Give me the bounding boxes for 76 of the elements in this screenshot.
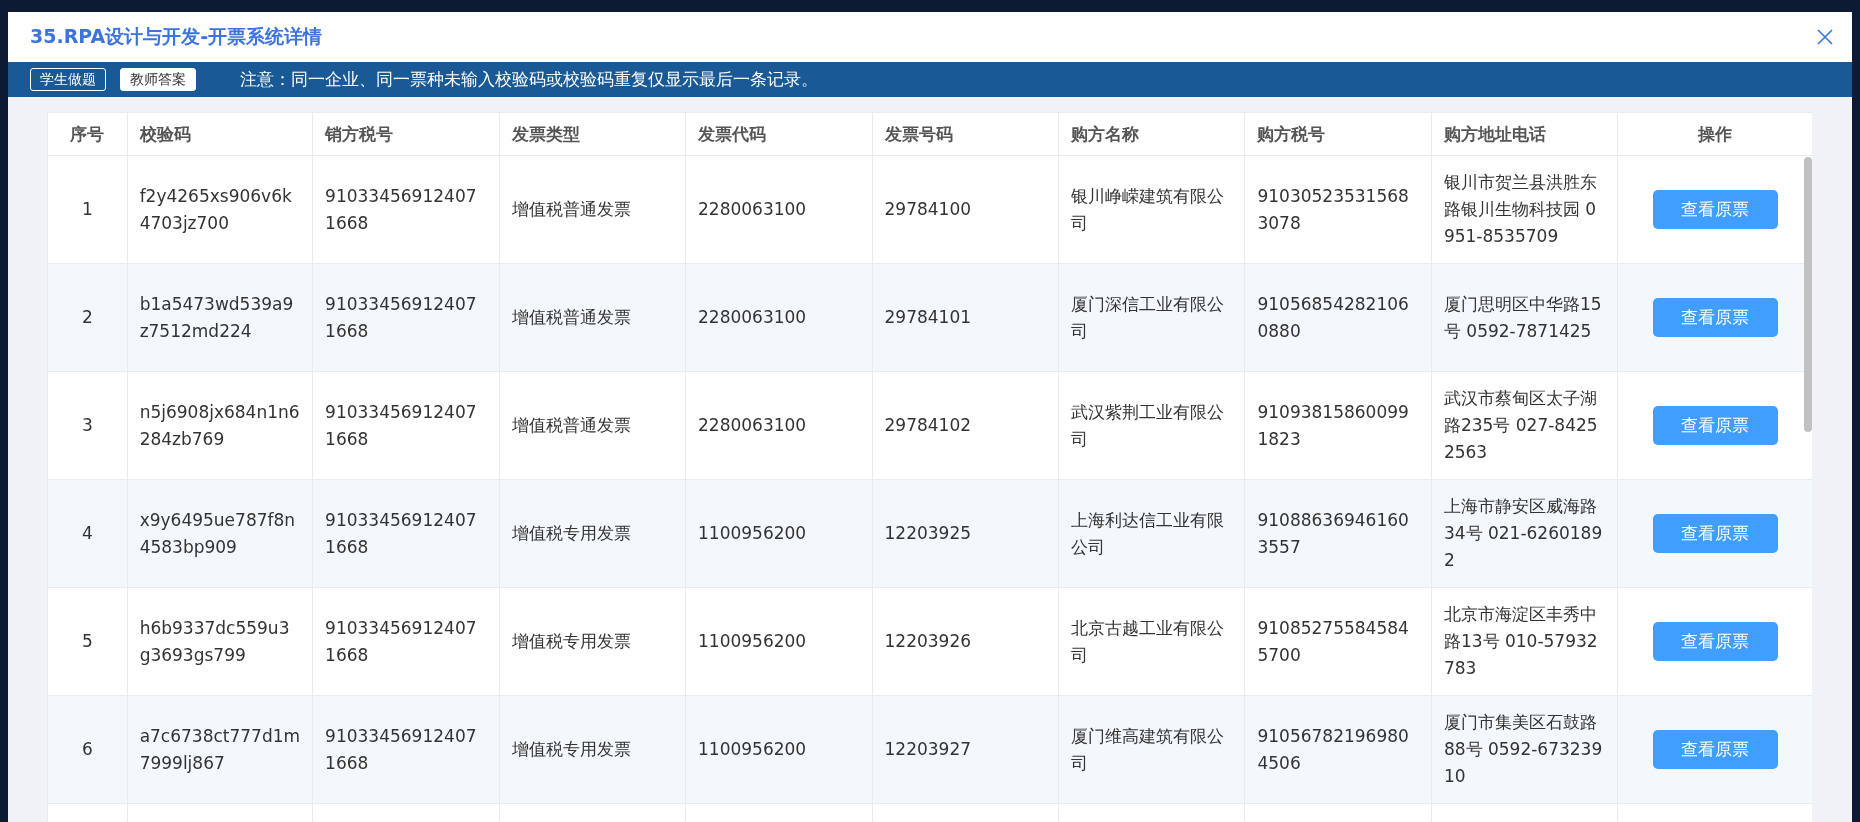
table-cell: 910886369461603557 xyxy=(1244,479,1432,588)
table-cell: 上海利达信工业有限公司 xyxy=(1058,479,1245,588)
table-cell: 12203925 xyxy=(872,479,1059,588)
column-header: 销方税号 xyxy=(312,112,500,156)
table-cell: 厦门思明区中华路15号 0592-7871425 xyxy=(1431,263,1618,372)
table-cell: 910305235315683078 xyxy=(1244,155,1432,264)
table-cell: 4 xyxy=(47,479,128,588)
column-header: 购方税号 xyxy=(1244,112,1432,156)
table-cell: 厦门市集美区石鼓路88号 0592-67323910 xyxy=(1431,695,1618,804)
table-cell: 增值税专用发票 xyxy=(499,695,686,804)
table-cell: 910334569124071668 xyxy=(312,479,500,588)
view-invoice-button[interactable]: 查看原票 xyxy=(1652,406,1778,445)
close-icon[interactable] xyxy=(1816,28,1834,46)
table-cell: 6 xyxy=(47,695,128,804)
table-cell: a7c6738ct777d1m7999lj867 xyxy=(127,695,313,804)
column-header: 发票号码 xyxy=(872,112,1059,156)
table-cell: 增值税普通发票 xyxy=(499,371,686,480)
table-cell: 2280063100 xyxy=(685,155,872,264)
table-cell: 2280063100 xyxy=(685,371,872,480)
column-header: 购方地址电话 xyxy=(1431,112,1618,156)
column-header: 序号 xyxy=(47,112,128,156)
table-cell: 武汉紫荆工业有限公司 xyxy=(1058,371,1245,480)
table-cell: 5 xyxy=(47,587,128,696)
dialog-title: 35.RPA设计与开发-开票系统详情 xyxy=(30,24,323,49)
table-cell: 910334569124071668 xyxy=(312,155,500,264)
table-cell: f2y4265xs906v6k4703jz700 xyxy=(127,155,313,264)
table-cell: h6b9337dc559u3g3693gs799 xyxy=(127,587,313,696)
table-cell: x9y6495ue787f8n4583bp909 xyxy=(127,479,313,588)
table-cell: 910938158600991823 xyxy=(1244,371,1432,480)
table-cell: 北京古越工业有限公司 xyxy=(1058,587,1245,696)
table-cell: 12203926 xyxy=(872,587,1059,696)
mode-tab[interactable]: 学生做题 xyxy=(30,68,106,91)
table-cell: n5j6908jx684n1n6284zb769 xyxy=(127,371,313,480)
table-cell: 910567821969804506 xyxy=(1244,695,1432,804)
column-header: 发票代码 xyxy=(685,112,872,156)
table-cell: 银川市贺兰县洪胜东路银川生物科技园 0951-8535709 xyxy=(1431,155,1618,264)
table-cell: 29784100 xyxy=(872,155,1059,264)
table-cell: 29784102 xyxy=(872,371,1059,480)
table-cell: 910852755845845700 xyxy=(1244,587,1432,696)
table-cell: 2 xyxy=(47,263,128,372)
column-header: 发票类型 xyxy=(499,112,686,156)
column-header: 操作 xyxy=(1617,112,1812,156)
table-cell: 910334569124071668 xyxy=(312,587,500,696)
table-cell: 增值税专用发票 xyxy=(499,479,686,588)
table-cell: 增值税普通发票 xyxy=(499,263,686,372)
mode-tab[interactable]: 教师答案 xyxy=(120,68,196,91)
view-invoice-button[interactable]: 查看原票 xyxy=(1652,514,1778,553)
table-cell: 29784101 xyxy=(872,263,1059,372)
view-invoice-button[interactable]: 查看原票 xyxy=(1652,298,1778,337)
table-cell: 北京市海淀区丰秀中路13号 010-57932783 xyxy=(1431,587,1618,696)
table-cell: 1 xyxy=(47,155,128,264)
table-cell: 910568542821060880 xyxy=(1244,263,1432,372)
table-cell: 910334569124071668 xyxy=(312,263,500,372)
table-cell: 厦门深信工业有限公司 xyxy=(1058,263,1245,372)
view-invoice-button[interactable]: 查看原票 xyxy=(1652,730,1778,769)
scrollbar-thumb[interactable] xyxy=(1804,157,1812,432)
column-header: 购方名称 xyxy=(1058,112,1245,156)
table-cell: 银川峥嵘建筑有限公司 xyxy=(1058,155,1245,264)
table-cell: 增值税专用发票 xyxy=(499,587,686,696)
notice-text: 注意：同一企业、同一票种未输入校验码或校验码重复仅显示最后一条记录。 xyxy=(240,68,818,91)
table-cell: b1a5473wd539a9z7512md224 xyxy=(127,263,313,372)
column-header: 校验码 xyxy=(127,112,313,156)
table-cell: 3 xyxy=(47,371,128,480)
table-cell: 厦门维高建筑有限公司 xyxy=(1058,695,1245,804)
view-invoice-button[interactable]: 查看原票 xyxy=(1652,190,1778,229)
table-cell: 武汉市蔡甸区太子湖路235号 027-84252563 xyxy=(1431,371,1618,480)
view-invoice-button[interactable]: 查看原票 xyxy=(1652,622,1778,661)
table-cell: 1100956200 xyxy=(685,695,872,804)
table-cell: 1100956200 xyxy=(685,479,872,588)
table-cell: 12203927 xyxy=(872,695,1059,804)
table-cell: 910334569124071668 xyxy=(312,695,500,804)
table-cell: 上海市静安区威海路34号 021-62601892 xyxy=(1431,479,1618,588)
table-cell: 910334569124071668 xyxy=(312,371,500,480)
table-cell: 2280063100 xyxy=(685,263,872,372)
table-cell: 1100956200 xyxy=(685,587,872,696)
table-cell: 增值税普通发票 xyxy=(499,155,686,264)
